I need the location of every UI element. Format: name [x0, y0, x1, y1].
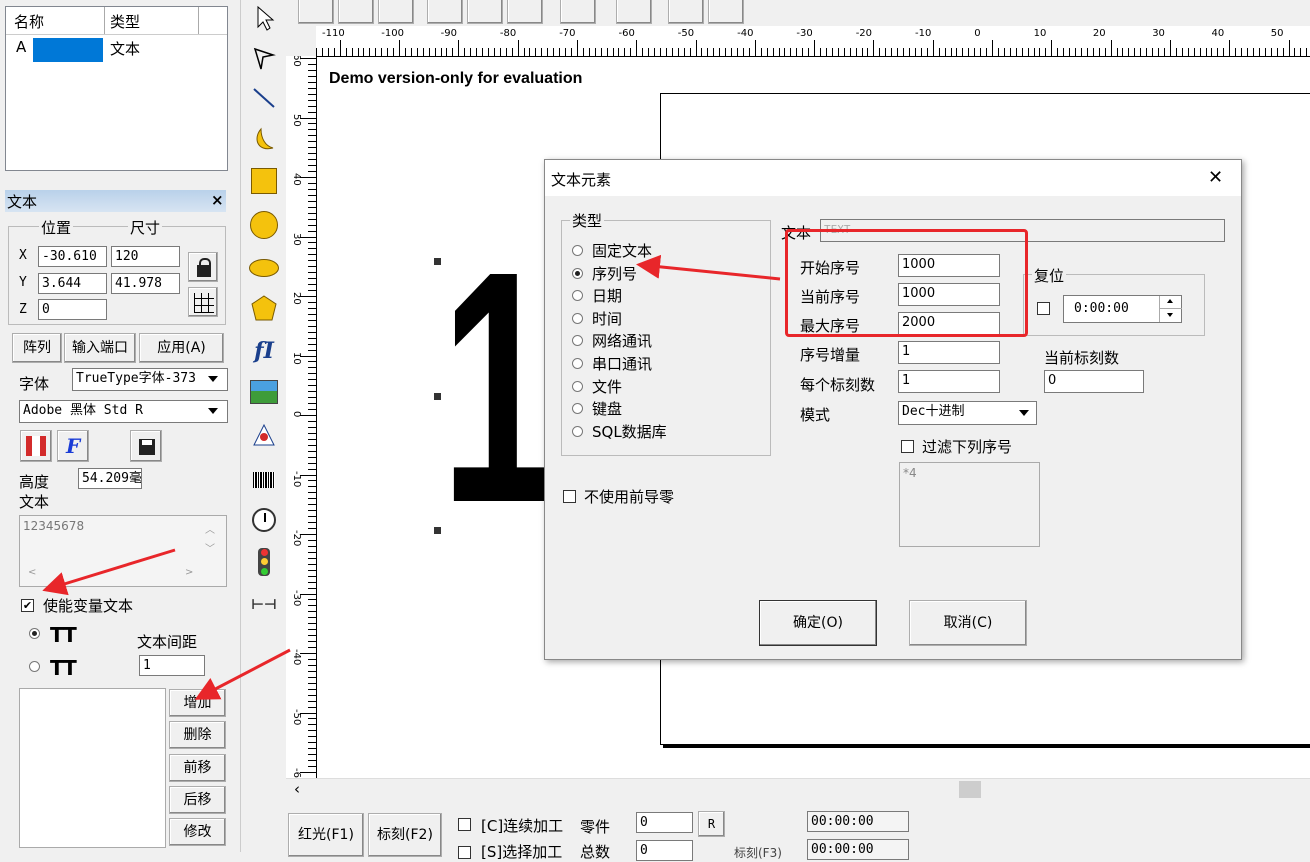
annotation-arrow-serial	[636, 254, 781, 281]
annotation-arrow-enable	[42, 548, 176, 596]
annotation-arrow-add	[194, 648, 291, 700]
annotation-arrows	[42, 254, 781, 700]
